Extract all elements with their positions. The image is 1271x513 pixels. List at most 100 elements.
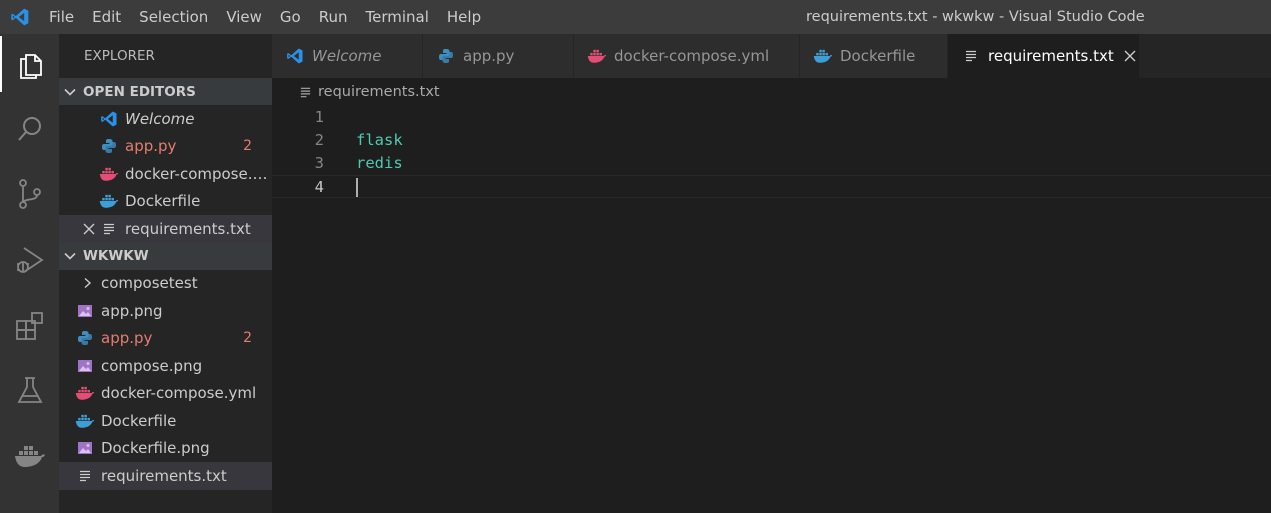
tab-welcome[interactable]: Welcome	[272, 34, 423, 78]
problem-count-badge: 2	[243, 330, 252, 347]
chevron-right-icon	[79, 273, 95, 293]
breadcrumb[interactable]: requirements.txt	[272, 78, 1271, 106]
folder-composetest[interactable]: composetest	[59, 270, 272, 298]
extensions-icon[interactable]	[0, 298, 59, 354]
line-number: 2	[314, 131, 324, 149]
menu-go[interactable]: Go	[271, 0, 310, 34]
file-compose-png[interactable]: compose.png	[59, 352, 272, 380]
line-text: flask	[356, 131, 403, 149]
code-editor[interactable]: 1 2 flask 3 redis 4	[272, 106, 1271, 513]
code-line-current[interactable]: 4	[272, 175, 1271, 198]
menu-edit[interactable]: Edit	[83, 0, 130, 34]
image-icon	[75, 356, 95, 376]
tab-docker-compose[interactable]: docker-compose.yml	[574, 34, 800, 78]
open-editor-label: Dockerfile	[125, 192, 201, 211]
file-label: compose.png	[101, 356, 203, 375]
problem-count-badge: 2	[243, 138, 252, 155]
close-icon[interactable]	[83, 223, 99, 235]
menu-terminal[interactable]: Terminal	[357, 0, 438, 34]
docker-icon	[99, 164, 119, 184]
docker-icon	[812, 46, 834, 66]
window-title: requirements.txt - wkwkw - Visual Studio…	[806, 9, 1145, 25]
code-line[interactable]: 2 flask	[272, 129, 1271, 152]
tab-dockerfile[interactable]: Dockerfile	[800, 34, 948, 78]
menu-file[interactable]: File	[40, 0, 83, 34]
docker-icon	[75, 383, 95, 403]
open-editor-requirements[interactable]: requirements.txt	[59, 215, 272, 243]
file-requirements-txt[interactable]: requirements.txt	[59, 462, 272, 490]
open-editor-label: docker-compose.yml	[125, 164, 272, 183]
editor-tabs: Welcome app.py docker-compose.yml Docker…	[272, 34, 1271, 78]
text-file-icon	[99, 219, 119, 239]
tab-label: requirements.txt	[988, 47, 1114, 65]
open-editor-label: Welcome	[125, 109, 195, 128]
line-text: redis	[356, 154, 403, 172]
file-label: composetest	[101, 274, 198, 293]
python-icon	[99, 136, 119, 156]
tab-label: docker-compose.yml	[614, 47, 770, 65]
title-bar: File Edit Selection View Go Run Terminal…	[0, 0, 1271, 34]
sidebar-title: EXPLORER	[84, 48, 155, 64]
menu-selection[interactable]: Selection	[130, 0, 217, 34]
tab-label: Dockerfile	[840, 47, 916, 65]
activity-bar	[0, 34, 59, 513]
file-docker-compose-yml[interactable]: docker-compose.yml	[59, 380, 272, 408]
open-editor-docker-compose[interactable]: docker-compose.yml	[59, 160, 272, 188]
menu-view[interactable]: View	[217, 0, 271, 34]
open-editor-label: requirements.txt	[125, 219, 251, 238]
docker-icon[interactable]	[0, 428, 59, 484]
menu-run[interactable]: Run	[310, 0, 357, 34]
chevron-down-icon	[63, 249, 79, 263]
vscode-icon	[99, 109, 119, 129]
file-label: Dockerfile.png	[101, 439, 210, 458]
breadcrumb-file[interactable]: requirements.txt	[318, 84, 440, 100]
open-editor-welcome[interactable]: Welcome	[59, 105, 272, 133]
docker-icon	[75, 411, 95, 431]
chevron-down-icon	[63, 85, 79, 99]
text-cursor	[356, 178, 358, 197]
close-icon[interactable]	[1122, 50, 1138, 62]
run-debug-icon[interactable]	[0, 232, 59, 288]
explorer-sidebar: EXPLORER OPEN EDITORS Welcome app.py 2 d…	[59, 34, 272, 513]
open-editor-dockerfile[interactable]: Dockerfile	[59, 188, 272, 216]
tab-app-py[interactable]: app.py	[423, 34, 574, 78]
text-file-icon	[299, 86, 312, 99]
tab-label: Welcome	[312, 47, 382, 65]
line-number: 3	[314, 154, 324, 172]
text-file-icon	[960, 46, 982, 66]
docker-icon	[586, 46, 608, 66]
file-label: app.png	[101, 301, 163, 320]
open-editors-header[interactable]: OPEN EDITORS	[59, 78, 272, 105]
search-icon[interactable]	[0, 102, 59, 158]
file-dockerfile[interactable]: Dockerfile	[59, 407, 272, 435]
menu-bar: File Edit Selection View Go Run Terminal…	[40, 0, 490, 34]
line-number: 4	[314, 178, 324, 196]
code-line[interactable]: 1	[272, 106, 1271, 129]
image-icon	[75, 438, 95, 458]
file-dockerfile-png[interactable]: Dockerfile.png	[59, 435, 272, 463]
image-icon	[75, 301, 95, 321]
file-label: Dockerfile	[101, 411, 177, 430]
testing-flask-icon[interactable]	[0, 362, 59, 418]
open-editor-app-py[interactable]: app.py 2	[59, 133, 272, 161]
file-app-png[interactable]: app.png	[59, 297, 272, 325]
vscode-icon	[284, 46, 306, 66]
file-label: requirements.txt	[101, 466, 227, 485]
workspace-title: WKWKW	[83, 248, 149, 264]
tab-requirements[interactable]: requirements.txt	[948, 34, 1140, 78]
file-app-py[interactable]: app.py 2	[59, 325, 272, 353]
menu-help[interactable]: Help	[438, 0, 490, 34]
open-editors-title: OPEN EDITORS	[83, 83, 196, 100]
tab-label: app.py	[463, 47, 515, 65]
docker-icon	[99, 191, 119, 211]
text-file-icon	[75, 466, 95, 486]
source-control-icon[interactable]	[0, 166, 59, 222]
line-number: 1	[314, 108, 324, 126]
python-icon	[435, 46, 457, 66]
explorer-icon[interactable]	[0, 36, 59, 92]
code-line[interactable]: 3 redis	[272, 152, 1271, 175]
workspace-header[interactable]: WKWKW	[59, 242, 272, 270]
python-icon	[75, 328, 95, 348]
file-label: docker-compose.yml	[101, 384, 257, 403]
vscode-logo-icon	[0, 0, 40, 34]
